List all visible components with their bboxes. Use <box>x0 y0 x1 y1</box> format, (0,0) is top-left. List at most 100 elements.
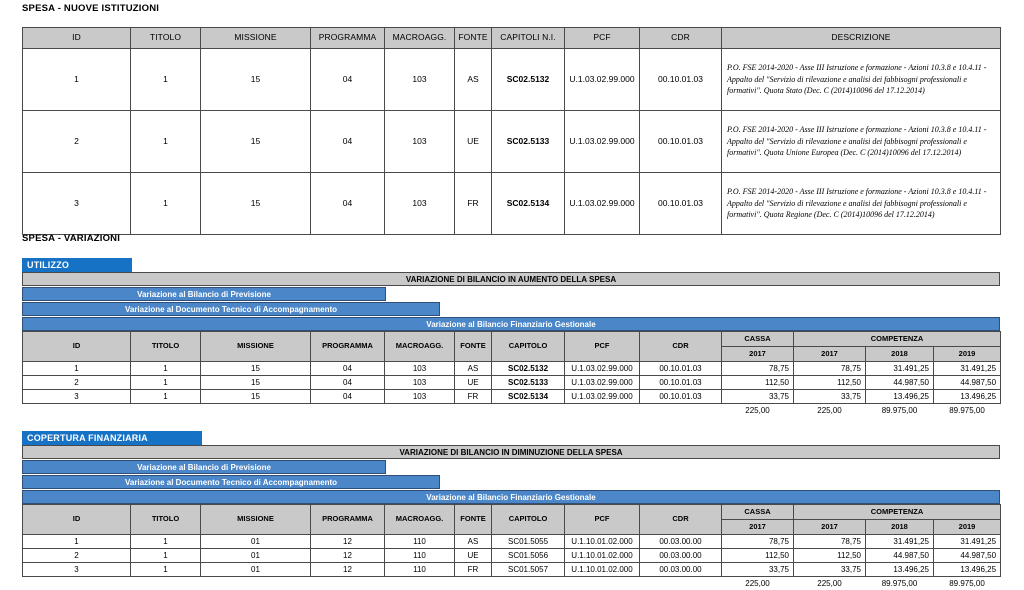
table-nuove-istituzioni: ID TITOLO MISSIONE PROGRAMMA MACROAGG. F… <box>22 27 1001 235</box>
cell-cassa-2017: 33,75 <box>722 390 794 404</box>
cell-cassa-2017: 112,50 <box>722 376 794 390</box>
cell-titolo: 1 <box>131 49 201 111</box>
col-header-comp-2017: 2017 <box>794 520 866 535</box>
cell-fonte: FR <box>455 563 492 577</box>
table-row: 1 1 15 04 103 AS SC02.5132 U.1.03.02.99.… <box>23 362 1001 376</box>
cell-programma: 04 <box>311 49 385 111</box>
col-header-capitolo: CAPITOLO <box>492 505 565 535</box>
col-header-macroagg: MACROAGG. <box>385 505 455 535</box>
cell-capitolo: SC02.5132 <box>492 362 565 376</box>
band-variazione-aumento: VARIAZIONE DI BILANCIO IN AUMENTO DELLA … <box>22 272 1000 286</box>
cell-missione: 15 <box>201 173 311 235</box>
col-header-fonte: FONTE <box>455 28 492 49</box>
cell-cdr: 00.10.01.03 <box>640 173 722 235</box>
cell-comp-2019: 31.491,25 <box>934 535 1001 549</box>
table-utilizzo: ID TITOLO MISSIONE PROGRAMMA MACROAGG. F… <box>22 331 1001 417</box>
col-header-programma: PROGRAMMA <box>311 28 385 49</box>
cell-cdr: 00.10.01.03 <box>640 111 722 173</box>
cell-fonte: UE <box>455 549 492 563</box>
cell-fonte: AS <box>455 535 492 549</box>
cell-capitolo: SC01.5056 <box>492 549 565 563</box>
cell-total-comp-2019: 89.975,00 <box>934 404 1001 418</box>
cell-missione: 15 <box>201 376 311 390</box>
cell-titolo: 1 <box>131 111 201 173</box>
cell-id: 2 <box>23 549 131 563</box>
col-header-titolo: TITOLO <box>131 332 201 362</box>
cell-pcf: U.1.10.01.02.000 <box>565 563 640 577</box>
cell-fonte: AS <box>455 49 492 111</box>
cell-totals-spacer <box>23 404 722 418</box>
table-header-row: ID TITOLO MISSIONE PROGRAMMA MACROAGG. F… <box>23 505 1001 520</box>
cell-macroagg: 110 <box>385 535 455 549</box>
table-row: 2 1 15 04 103 UE SC02.5133 U.1.03.02.99.… <box>23 111 1001 173</box>
cell-comp-2017: 78,75 <box>794 362 866 376</box>
band-variazione-documento-tecnico: Variazione al Documento Tecnico di Accom… <box>22 475 440 489</box>
cell-macroagg: 103 <box>385 173 455 235</box>
cell-pcf: U.1.10.01.02.000 <box>565 535 640 549</box>
cell-cdr: 00.10.01.03 <box>640 376 722 390</box>
table-row: 1 1 15 04 103 AS SC02.5132 U.1.03.02.99.… <box>23 49 1001 111</box>
cell-macroagg: 103 <box>385 390 455 404</box>
table-totals-row: 225,00 225,00 89.975,00 89.975,00 <box>23 577 1001 590</box>
cell-programma: 12 <box>311 549 385 563</box>
cell-capitolo: SC01.5057 <box>492 563 565 577</box>
cell-comp-2019: 13.496,25 <box>934 563 1001 577</box>
cell-comp-2017: 112,50 <box>794 549 866 563</box>
band-variazione-diminuzione: VARIAZIONE DI BILANCIO IN DIMINUZIONE DE… <box>22 445 1000 459</box>
cell-comp-2018: 44.987,50 <box>866 376 934 390</box>
cell-totals-spacer <box>23 577 722 590</box>
col-header-capitolo: CAPITOLO <box>492 332 565 362</box>
cell-cassa-2017: 112,50 <box>722 549 794 563</box>
cell-total-comp-2018: 89.975,00 <box>866 404 934 418</box>
band-variazione-bilancio-previsione: Variazione al Bilancio di Previsione <box>22 287 386 301</box>
band-variazione-bilancio-gestionale: Variazione al Bilancio Finanziario Gesti… <box>22 490 1000 504</box>
cell-total-comp-2017: 225,00 <box>794 404 866 418</box>
cell-titolo: 1 <box>131 376 201 390</box>
cell-programma: 04 <box>311 376 385 390</box>
cell-pcf: U.1.03.02.99.000 <box>565 111 640 173</box>
cell-missione: 15 <box>201 49 311 111</box>
cell-pcf: U.1.10.01.02.000 <box>565 549 640 563</box>
cell-comp-2019: 44.987,50 <box>934 376 1001 390</box>
cell-titolo: 1 <box>131 535 201 549</box>
col-header-cassa-2017: 2017 <box>722 520 794 535</box>
cell-fonte: FR <box>455 390 492 404</box>
cell-total-cassa-2017: 225,00 <box>722 404 794 418</box>
cell-titolo: 1 <box>131 173 201 235</box>
band-variazione-bilancio-gestionale: Variazione al Bilancio Finanziario Gesti… <box>22 317 1000 331</box>
cell-id: 1 <box>23 49 131 111</box>
cell-cdr: 00.10.01.03 <box>640 390 722 404</box>
cell-comp-2018: 31.491,25 <box>866 362 934 376</box>
cell-titolo: 1 <box>131 390 201 404</box>
cell-comp-2017: 33,75 <box>794 563 866 577</box>
table-header-row: ID TITOLO MISSIONE PROGRAMMA MACROAGG. F… <box>23 28 1001 49</box>
cell-fonte: AS <box>455 362 492 376</box>
cell-comp-2018: 13.496,25 <box>866 563 934 577</box>
table-row: 3 1 01 12 110 FR SC01.5057 U.1.10.01.02.… <box>23 563 1001 577</box>
col-group-cassa: CASSA <box>722 332 794 347</box>
cell-cdr: 00.03.00.00 <box>640 535 722 549</box>
cell-cassa-2017: 78,75 <box>722 535 794 549</box>
table-copertura-finanziaria: ID TITOLO MISSIONE PROGRAMMA MACROAGG. F… <box>22 504 1001 590</box>
cell-titolo: 1 <box>131 362 201 376</box>
badge-utilizzo: UTILIZZO <box>22 258 132 273</box>
cell-missione: 01 <box>201 549 311 563</box>
document-page: SPESA - NUOVE ISTITUZIONI ID TITOLO MISS… <box>0 0 1024 589</box>
cell-total-cassa-2017: 225,00 <box>722 577 794 590</box>
col-header-id: ID <box>23 505 131 535</box>
col-header-pcf: PCF <box>565 505 640 535</box>
cell-macroagg: 103 <box>385 362 455 376</box>
cell-macroagg: 103 <box>385 111 455 173</box>
cell-programma: 04 <box>311 173 385 235</box>
cell-programma: 12 <box>311 563 385 577</box>
col-header-fonte: FONTE <box>455 505 492 535</box>
cell-total-comp-2018: 89.975,00 <box>866 577 934 590</box>
col-header-cdr: CDR <box>640 505 722 535</box>
cell-comp-2019: 44.987,50 <box>934 549 1001 563</box>
cell-cdr: 00.10.01.03 <box>640 362 722 376</box>
col-header-cassa-2017: 2017 <box>722 347 794 362</box>
cell-cassa-2017: 78,75 <box>722 362 794 376</box>
col-header-cdr: CDR <box>640 28 722 49</box>
cell-pcf: U.1.03.02.99.000 <box>565 362 640 376</box>
col-header-comp-2018: 2018 <box>866 520 934 535</box>
